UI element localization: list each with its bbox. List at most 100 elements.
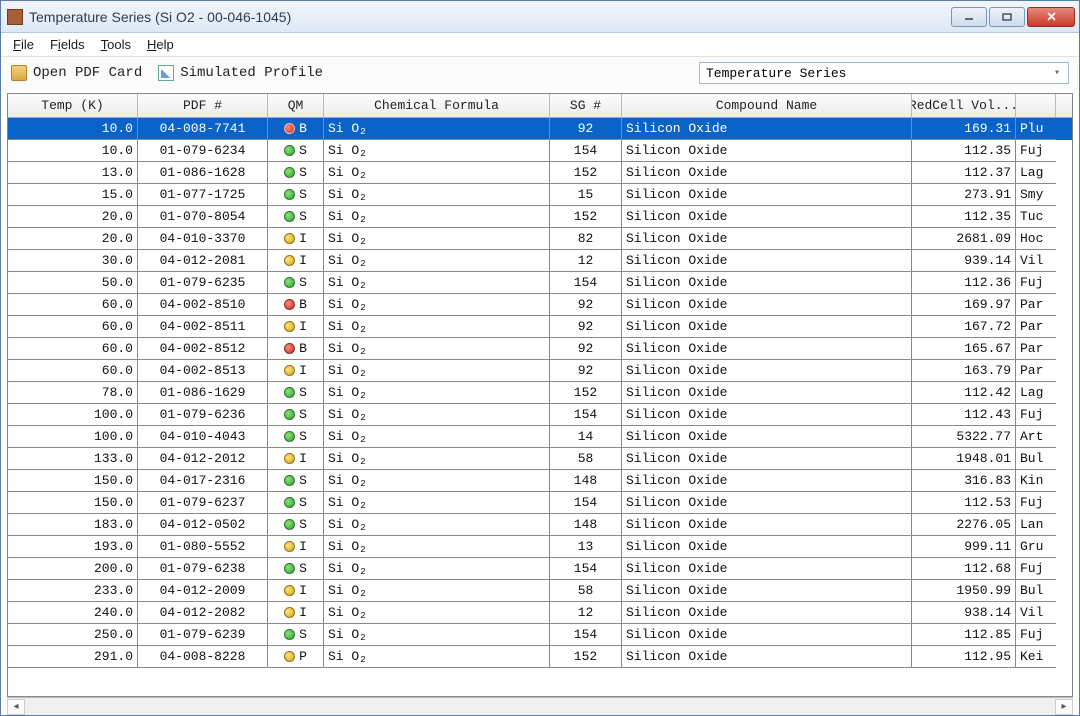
cell-vol: 112.35 xyxy=(912,206,1016,228)
table-row[interactable]: 100.004-010-4043SSi O214Silicon Oxide532… xyxy=(8,426,1072,448)
cell-extra: Kin xyxy=(1016,470,1056,492)
series-select[interactable]: Temperature Series ▾ xyxy=(699,62,1069,84)
table-row[interactable]: 20.001-070-8054SSi O2152Silicon Oxide112… xyxy=(8,206,1072,228)
minimize-button[interactable] xyxy=(951,7,987,27)
table-row[interactable]: 50.001-079-6235SSi O2154Silicon Oxide112… xyxy=(8,272,1072,294)
qm-status-icon xyxy=(284,365,295,376)
table-row[interactable]: 150.004-017-2316SSi O2148Silicon Oxide31… xyxy=(8,470,1072,492)
cell-temp: 60.0 xyxy=(8,338,138,360)
col-extra[interactable] xyxy=(1016,94,1056,117)
menu-file[interactable]: File xyxy=(7,35,40,54)
col-compound[interactable]: Compound Name xyxy=(622,94,912,117)
table-row[interactable]: 100.001-079-6236SSi O2154Silicon Oxide11… xyxy=(8,404,1072,426)
table-row[interactable]: 60.004-002-8513ISi O292Silicon Oxide163.… xyxy=(8,360,1072,382)
col-temp[interactable]: Temp (K) xyxy=(8,94,138,117)
table-row[interactable]: 60.004-002-8511ISi O292Silicon Oxide167.… xyxy=(8,316,1072,338)
cell-temp: 100.0 xyxy=(8,426,138,448)
table-row[interactable]: 233.004-012-2009ISi O258Silicon Oxide195… xyxy=(8,580,1072,602)
simulated-profile-button[interactable]: Simulated Profile xyxy=(180,65,323,81)
cell-sg: 92 xyxy=(550,338,622,360)
cell-compound: Silicon Oxide xyxy=(622,426,912,448)
cell-vol: 112.43 xyxy=(912,404,1016,426)
cell-vol: 112.95 xyxy=(912,646,1016,668)
table-row[interactable]: 60.004-002-8512BSi O292Silicon Oxide165.… xyxy=(8,338,1072,360)
cell-chem: Si O2 xyxy=(324,206,550,228)
titlebar: Temperature Series (Si O2 - 00-046-1045) xyxy=(1,1,1079,33)
table-row[interactable]: 13.001-086-1628SSi O2152Silicon Oxide112… xyxy=(8,162,1072,184)
cell-vol: 163.79 xyxy=(912,360,1016,382)
table-row[interactable]: 193.001-080-5552ISi O213Silicon Oxide999… xyxy=(8,536,1072,558)
cell-qm: S xyxy=(268,558,324,580)
cell-temp: 233.0 xyxy=(8,580,138,602)
menu-tools[interactable]: Tools xyxy=(95,35,137,54)
qm-letter: I xyxy=(299,231,307,246)
table-row[interactable]: 60.004-002-8510BSi O292Silicon Oxide169.… xyxy=(8,294,1072,316)
qm-letter: I xyxy=(299,605,307,620)
cell-temp: 15.0 xyxy=(8,184,138,206)
qm-status-icon xyxy=(284,409,295,420)
cell-extra: Lag xyxy=(1016,382,1056,404)
scroll-right-button[interactable]: ▸ xyxy=(1055,699,1073,715)
grid-body[interactable]: 10.004-008-7741BSi O292Silicon Oxide169.… xyxy=(8,118,1072,696)
close-button[interactable] xyxy=(1027,7,1075,27)
cell-pdf: 04-012-2009 xyxy=(138,580,268,602)
cell-chem: Si O2 xyxy=(324,272,550,294)
table-row[interactable]: 30.004-012-2081ISi O212Silicon Oxide939.… xyxy=(8,250,1072,272)
table-row[interactable]: 133.004-012-2012ISi O258Silicon Oxide194… xyxy=(8,448,1072,470)
table-row[interactable]: 250.001-079-6239SSi O2154Silicon Oxide11… xyxy=(8,624,1072,646)
qm-letter: B xyxy=(299,297,307,312)
col-vol[interactable]: RedCell Vol... xyxy=(912,94,1016,117)
menu-help[interactable]: Help xyxy=(141,35,180,54)
chart-icon xyxy=(158,65,174,81)
qm-letter: B xyxy=(299,341,307,356)
cell-pdf: 04-002-8513 xyxy=(138,360,268,382)
qm-status-icon xyxy=(284,519,295,530)
window-buttons xyxy=(951,7,1075,27)
qm-letter: S xyxy=(299,187,307,202)
col-pdf[interactable]: PDF # xyxy=(138,94,268,117)
table-row[interactable]: 183.004-012-0502SSi O2148Silicon Oxide22… xyxy=(8,514,1072,536)
table-row[interactable]: 10.004-008-7741BSi O292Silicon Oxide169.… xyxy=(8,118,1072,140)
table-row[interactable]: 10.001-079-6234SSi O2154Silicon Oxide112… xyxy=(8,140,1072,162)
cell-chem: Si O2 xyxy=(324,360,550,382)
cell-chem: Si O2 xyxy=(324,162,550,184)
cell-chem: Si O2 xyxy=(324,184,550,206)
scroll-left-button[interactable]: ◂ xyxy=(7,699,25,715)
table-row[interactable]: 240.004-012-2082ISi O212Silicon Oxide938… xyxy=(8,602,1072,624)
maximize-button[interactable] xyxy=(989,7,1025,27)
cell-vol: 112.68 xyxy=(912,558,1016,580)
col-sg[interactable]: SG # xyxy=(550,94,622,117)
cell-extra: Vil xyxy=(1016,602,1056,624)
cell-vol: 2276.05 xyxy=(912,514,1016,536)
cell-chem: Si O2 xyxy=(324,646,550,668)
qm-letter: I xyxy=(299,583,307,598)
cell-qm: I xyxy=(268,250,324,272)
cell-chem: Si O2 xyxy=(324,448,550,470)
cell-pdf: 04-010-4043 xyxy=(138,426,268,448)
col-qm[interactable]: QM xyxy=(268,94,324,117)
cell-vol: 2681.09 xyxy=(912,228,1016,250)
table-row[interactable]: 200.001-079-6238SSi O2154Silicon Oxide11… xyxy=(8,558,1072,580)
cell-sg: 154 xyxy=(550,140,622,162)
cell-qm: S xyxy=(268,514,324,536)
table-row[interactable]: 15.001-077-1725SSi O215Silicon Oxide273.… xyxy=(8,184,1072,206)
col-chem[interactable]: Chemical Formula xyxy=(324,94,550,117)
table-row[interactable]: 150.001-079-6237SSi O2154Silicon Oxide11… xyxy=(8,492,1072,514)
open-pdf-card-button[interactable]: Open PDF Card xyxy=(33,65,142,81)
table-row[interactable]: 20.004-010-3370ISi O282Silicon Oxide2681… xyxy=(8,228,1072,250)
qm-status-icon xyxy=(284,497,295,508)
series-select-value: Temperature Series xyxy=(706,66,846,81)
table-row[interactable]: 78.001-086-1629SSi O2152Silicon Oxide112… xyxy=(8,382,1072,404)
menu-fields[interactable]: Fields xyxy=(44,35,91,54)
horizontal-scrollbar[interactable]: ◂ ▸ xyxy=(7,697,1073,715)
cell-compound: Silicon Oxide xyxy=(622,558,912,580)
cell-sg: 12 xyxy=(550,250,622,272)
cell-extra: Plu xyxy=(1016,118,1056,140)
table-row[interactable]: 291.004-008-8228PSi O2152Silicon Oxide11… xyxy=(8,646,1072,668)
qm-status-icon xyxy=(284,585,295,596)
cell-temp: 13.0 xyxy=(8,162,138,184)
cell-extra: Lag xyxy=(1016,162,1056,184)
cell-pdf: 04-012-2012 xyxy=(138,448,268,470)
cell-qm: S xyxy=(268,382,324,404)
cell-pdf: 04-010-3370 xyxy=(138,228,268,250)
